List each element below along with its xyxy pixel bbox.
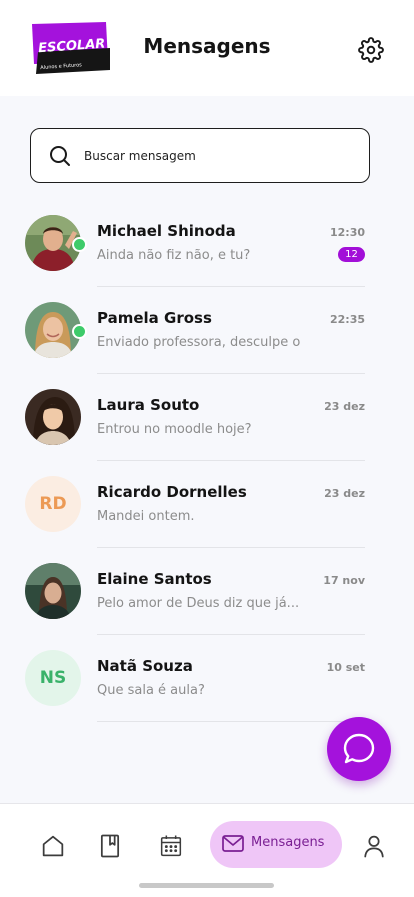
message-preview: Que sala é aula? [97,683,205,698]
message-time: 22:35 [329,313,365,326]
message-preview: Enviado professora, desculpe o [97,335,301,350]
message-time: 17 nov [323,574,365,587]
contact-name: Ricardo Dornelles [97,483,247,501]
book-icon [100,834,120,858]
message-time: 12:30 [329,226,365,239]
message-preview: Mandei ontem. [97,509,195,524]
search-input[interactable] [84,144,354,168]
conversation-item-pamela-gross[interactable]: Pamela Gross Enviado professora, desculp… [0,287,414,374]
new-message-button[interactable] [327,717,391,781]
message-preview: Entrou no moodle hoje? [97,422,252,437]
conversation-item-nata-souza[interactable]: NS Natã Souza Que sala é aula? 10 set [0,635,414,722]
contact-name: Michael Shinoda [97,222,236,240]
avatar [25,389,81,445]
message-time: 10 set [326,661,365,674]
chat-bubble-icon [343,733,375,764]
conversation-item-laura-souto[interactable]: Laura Souto Entrou no moodle hoje? 23 de… [0,374,414,461]
message-time: 23 dez [324,400,365,413]
nav-messages[interactable]: Mensagens [210,821,342,868]
contact-name: Pamela Gross [97,309,212,327]
page-title: Mensagens [143,34,271,58]
contact-name: Natã Souza [97,657,193,675]
user-icon [364,835,384,858]
home-indicator [139,883,274,888]
online-status-dot [72,237,87,252]
online-status-dot [72,324,87,339]
avatar-initials: RD [25,476,81,532]
avatar [25,563,81,619]
contact-name: Elaine Santos [97,570,212,588]
contact-name: Laura Souto [97,396,200,414]
conversation-item-michael-shinoda[interactable]: Michael Shinoda Ainda não fiz não, e tu?… [0,200,414,287]
mail-icon [222,835,244,852]
nav-messages-label: Mensagens [251,835,325,850]
message-time: 23 dez [324,487,365,500]
gear-icon[interactable] [358,37,384,63]
app-header: ESCOLAR Alunos e Futuros Mensagens [0,0,414,96]
calendar-icon [160,835,182,857]
conversation-item-elaine-santos[interactable]: Elaine Santos Pelo amor de Deus diz que … [0,548,414,635]
divider [97,721,365,722]
nav-courses[interactable] [96,832,124,860]
message-preview: Pelo amor de Deus diz que já... [97,596,300,611]
home-icon [42,835,64,857]
nav-profile[interactable] [360,832,388,860]
nav-home[interactable] [39,832,67,860]
search-icon [49,145,71,167]
search-bar[interactable] [30,128,370,183]
unread-count-badge: 12 [338,247,365,262]
conversation-item-ricardo-dornelles[interactable]: RD Ricardo Dornelles Mandei ontem. 23 de… [0,461,414,548]
nav-calendar[interactable] [157,832,185,860]
avatar-initials: NS [25,650,81,706]
message-preview: Ainda não fiz não, e tu? [97,248,251,263]
bottom-navigation: Mensagens [0,803,414,897]
